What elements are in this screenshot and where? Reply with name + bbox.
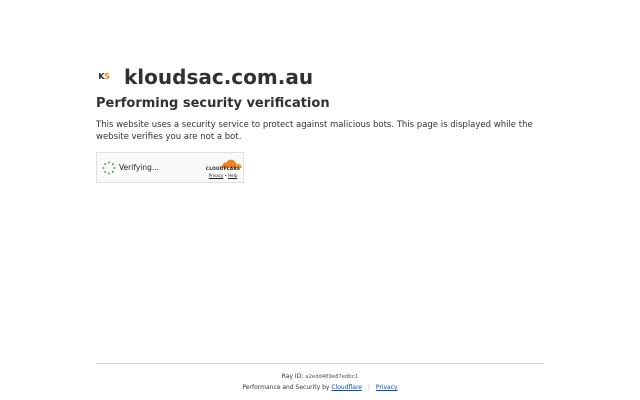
verifying-status: Verifying... bbox=[119, 163, 160, 172]
main-content: KS kloudsac.com.au Performing security v… bbox=[96, 64, 546, 143]
cloudflare-wordmark: CLOUDFLARE bbox=[205, 167, 241, 172]
site-header: KS kloudsac.com.au bbox=[96, 64, 546, 90]
footer-separator: | bbox=[367, 384, 370, 391]
spinner-icon bbox=[102, 161, 116, 175]
widget-privacy-link[interactable]: Privacy bbox=[209, 173, 223, 178]
ray-id-value: a2edd409e87edbc1 bbox=[305, 374, 359, 380]
site-name: kloudsac.com.au bbox=[124, 65, 314, 89]
cloudflare-link[interactable]: Cloudflare bbox=[331, 384, 362, 391]
page-title: Performing security verification bbox=[96, 96, 330, 111]
page-description: This website uses a security service to … bbox=[96, 120, 533, 142]
challenge-page: KS kloudsac.com.au Performing security v… bbox=[0, 0, 640, 400]
widget-link-separator: • bbox=[224, 173, 227, 178]
widget-help-link[interactable]: Help bbox=[228, 173, 237, 178]
turnstile-widget[interactable]: Verifying... CLOUDFLARE Privacy • Help bbox=[96, 152, 244, 183]
performance-line: Performance and Security by Cloudflare |… bbox=[96, 383, 544, 392]
footer-privacy-link[interactable]: Privacy bbox=[376, 384, 398, 391]
ray-id-line: Ray ID: a2edd409e87edbc1 bbox=[96, 372, 544, 382]
widget-links: Privacy • Help bbox=[204, 173, 242, 178]
footer-divider bbox=[96, 363, 544, 364]
performance-text: Performance and Security by bbox=[242, 384, 330, 391]
favicon-letter-s: S bbox=[104, 72, 110, 81]
ray-id-label: Ray ID: bbox=[281, 373, 304, 380]
site-favicon-icon: KS bbox=[96, 69, 112, 85]
